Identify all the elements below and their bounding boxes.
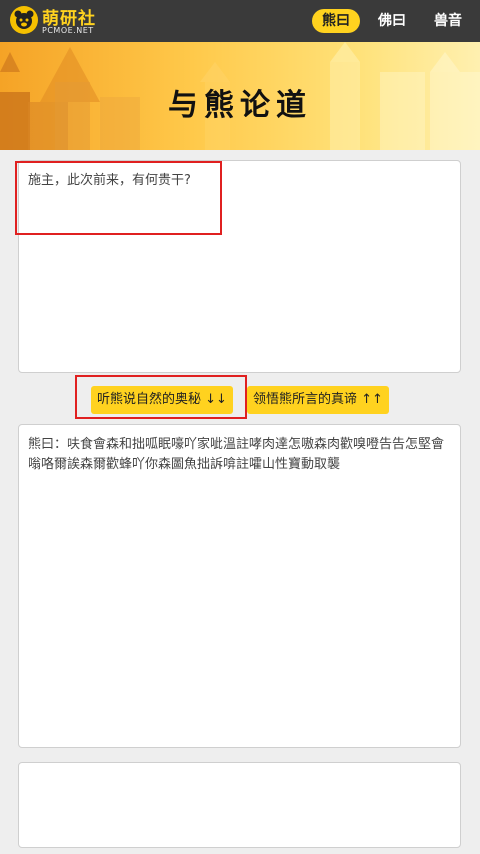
site-logo[interactable]: 萌研社 PCMOE.NET: [10, 4, 130, 38]
ciphertext-output[interactable]: 熊曰：呋食會森和拙呱眠嚎吖家呲溫註哮肉達怎嗷森肉歡嗅噔告告怎堅會嗡咯爾誒森爾歡蜂…: [18, 424, 461, 748]
encode-button[interactable]: 领悟熊所言的真谛 ↑↑: [247, 386, 389, 414]
bear-logo-icon: [10, 6, 38, 34]
nav-item-beast[interactable]: 兽音: [424, 9, 472, 33]
banner-title: 与熊论道: [168, 88, 312, 123]
nav-item-buddha[interactable]: 佛曰: [368, 9, 416, 33]
top-bar: 萌研社 PCMOE.NET 熊曰 佛曰 兽音: [0, 0, 480, 42]
hero-banner: 与熊论道: [0, 42, 480, 150]
extra-text-area[interactable]: [18, 762, 461, 848]
logo-subtitle: PCMOE.NET: [42, 26, 94, 35]
highlight-box-input: [15, 161, 222, 235]
highlight-box-decode: [75, 375, 247, 419]
ciphertext-value: 熊曰：呋食會森和拙呱眠嚎吖家呲溫註哮肉達怎嗷森肉歡嗅噔告告怎堅會嗡咯爾誒森爾歡蜂…: [28, 437, 445, 472]
nav-item-bear[interactable]: 熊曰: [312, 9, 360, 33]
main-nav: 熊曰 佛曰 兽音: [312, 9, 472, 33]
